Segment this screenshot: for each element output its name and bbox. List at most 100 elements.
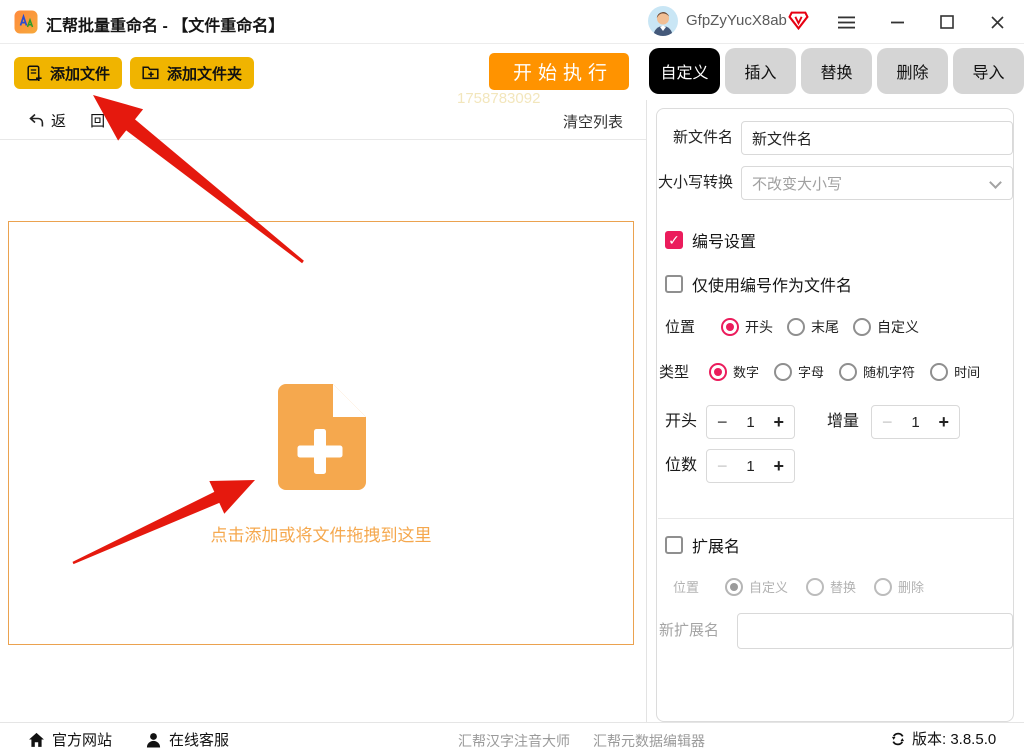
minus-button-disabled[interactable]: − <box>882 413 893 431</box>
type-option-random[interactable]: 随机字符 <box>839 362 915 381</box>
ext-position-option-label: 自定义 <box>749 580 789 595</box>
radio-disabled-icon <box>874 577 893 596</box>
radio-selected-icon <box>709 362 728 381</box>
radio-icon <box>774 362 793 381</box>
add-file-label: 添加文件 <box>50 65 111 83</box>
app-logo-icon <box>14 10 38 34</box>
chevron-down-icon <box>989 176 1002 189</box>
tab-replace[interactable]: 替换 <box>801 48 872 94</box>
drop-hint-text: 点击添加或将文件拖拽到这里 <box>210 526 432 545</box>
version-row: 版本: 3.8.5.0 <box>890 728 996 749</box>
digits-stepper: − 1 + <box>706 449 795 483</box>
extension-checkbox[interactable] <box>665 536 683 554</box>
new-name-label: 新文件名 <box>672 129 733 146</box>
add-file-drop-icon[interactable] <box>276 382 368 492</box>
radio-selected-disabled-icon <box>725 577 744 596</box>
extension-position-radio-row: 位置 自定义 替换 删除 <box>673 577 924 596</box>
type-option-label: 字母 <box>798 365 825 380</box>
add-folder-label: 添加文件夹 <box>167 65 243 83</box>
ext-position-option-delete[interactable]: 删除 <box>874 577 924 596</box>
pinyin-app-link[interactable]: 汇帮汉字注音大师 <box>458 731 570 751</box>
folder-plus-icon <box>142 66 159 80</box>
new-extension-input[interactable] <box>737 613 1013 649</box>
vip-badge-icon[interactable] <box>788 10 809 31</box>
radio-icon <box>930 362 949 381</box>
type-option-label: 时间 <box>954 365 981 380</box>
home-icon <box>29 732 44 747</box>
panel-divider <box>646 100 647 722</box>
start-number-label: 开头 <box>665 413 698 430</box>
tab-delete[interactable]: 删除 <box>877 48 948 94</box>
radio-disabled-icon <box>806 577 825 596</box>
case-select-value: 不改变大小写 <box>752 175 843 193</box>
customer-service-icon <box>146 732 161 747</box>
add-file-button[interactable]: 添加文件 <box>14 57 123 89</box>
maximize-button[interactable] <box>934 11 960 33</box>
hamburger-icon <box>837 16 855 28</box>
numbering-title: 编号设置 <box>692 234 757 251</box>
numbering-checkbox[interactable]: ✓ <box>665 231 683 249</box>
custom-settings-panel: 新文件名 大小写转换 不改变大小写 ✓ 编号设置 仅使用编号作为文件名 位置 开… <box>656 108 1014 722</box>
extension-checkbox-row[interactable]: 扩展名 <box>665 533 740 557</box>
position-option-start[interactable]: 开头 <box>721 317 773 337</box>
minimize-icon <box>890 21 904 23</box>
increment-value: 1 <box>911 413 920 431</box>
ext-position-option-replace[interactable]: 替换 <box>806 577 856 596</box>
start-execute-button[interactable]: 开始执行 <box>489 53 629 90</box>
only-number-checkbox-row[interactable]: 仅使用编号作为文件名 <box>665 272 852 296</box>
increment-label: 增量 <box>827 413 860 430</box>
online-service-link[interactable]: 在线客服 <box>145 729 229 750</box>
case-label: 大小写转换 <box>657 174 733 191</box>
numbering-checkbox-row[interactable]: ✓ 编号设置 <box>665 228 756 252</box>
type-option-label: 数字 <box>733 365 760 380</box>
official-site-link[interactable]: 官方网站 <box>28 729 112 750</box>
user-avatar[interactable] <box>648 6 678 36</box>
update-refresh-icon[interactable] <box>890 731 906 747</box>
minus-button[interactable]: − <box>717 413 728 431</box>
back-label: 返 回 <box>51 113 116 130</box>
version-label: 版本: 3.8.5.0 <box>912 731 997 748</box>
extension-position-label: 位置 <box>673 580 700 595</box>
app-window: 汇帮批量重命名 - 【文件重命名】 GfpZyYucX8ab 添加文件 添加文件… <box>0 0 1024 755</box>
plus-button[interactable]: + <box>773 413 784 431</box>
type-option-number[interactable]: 数字 <box>709 362 759 381</box>
type-option-letter[interactable]: 字母 <box>774 362 824 381</box>
minus-button-disabled[interactable]: − <box>717 457 728 475</box>
tab-insert[interactable]: 插入 <box>725 48 796 94</box>
new-extension-label: 新扩展名 <box>659 622 720 639</box>
tab-import[interactable]: 导入 <box>953 48 1024 94</box>
position-option-label: 开头 <box>745 318 774 335</box>
maximize-icon <box>940 15 954 29</box>
ext-position-option-label: 删除 <box>898 580 925 595</box>
radio-icon <box>787 317 806 336</box>
watermark-text: 1758783092 <box>457 90 541 107</box>
digits-label: 位数 <box>665 457 698 474</box>
radio-icon <box>839 362 858 381</box>
username-label: GfpZyYucX8ab <box>686 12 787 29</box>
metadata-app-link[interactable]: 汇帮元数据编辑器 <box>593 731 705 751</box>
plus-button[interactable]: + <box>938 413 949 431</box>
type-option-time[interactable]: 时间 <box>930 362 980 381</box>
menu-button[interactable] <box>833 11 859 33</box>
close-button[interactable] <box>984 11 1010 33</box>
plus-button[interactable]: + <box>773 457 784 475</box>
case-select[interactable]: 不改变大小写 <box>741 166 1013 200</box>
back-button[interactable]: 返 回 <box>28 110 115 131</box>
back-arrow-icon <box>29 113 44 127</box>
only-number-label: 仅使用编号作为文件名 <box>692 278 853 295</box>
extension-section-divider <box>658 518 1013 519</box>
position-label: 位置 <box>665 319 696 336</box>
new-name-input[interactable] <box>741 121 1013 155</box>
minimize-button[interactable] <box>884 11 910 33</box>
ext-position-option-custom[interactable]: 自定义 <box>725 577 788 596</box>
type-option-label: 随机字符 <box>863 365 916 380</box>
position-option-custom[interactable]: 自定义 <box>853 317 919 337</box>
clear-list-button[interactable]: 清空列表 <box>563 111 623 132</box>
footer-divider <box>0 722 1024 723</box>
only-number-checkbox[interactable] <box>665 275 683 293</box>
add-folder-button[interactable]: 添加文件夹 <box>130 57 255 89</box>
online-service-label: 在线客服 <box>169 732 230 749</box>
radio-selected-icon <box>721 317 740 336</box>
position-option-end[interactable]: 末尾 <box>787 317 839 337</box>
tab-custom[interactable]: 自定义 <box>649 48 720 94</box>
